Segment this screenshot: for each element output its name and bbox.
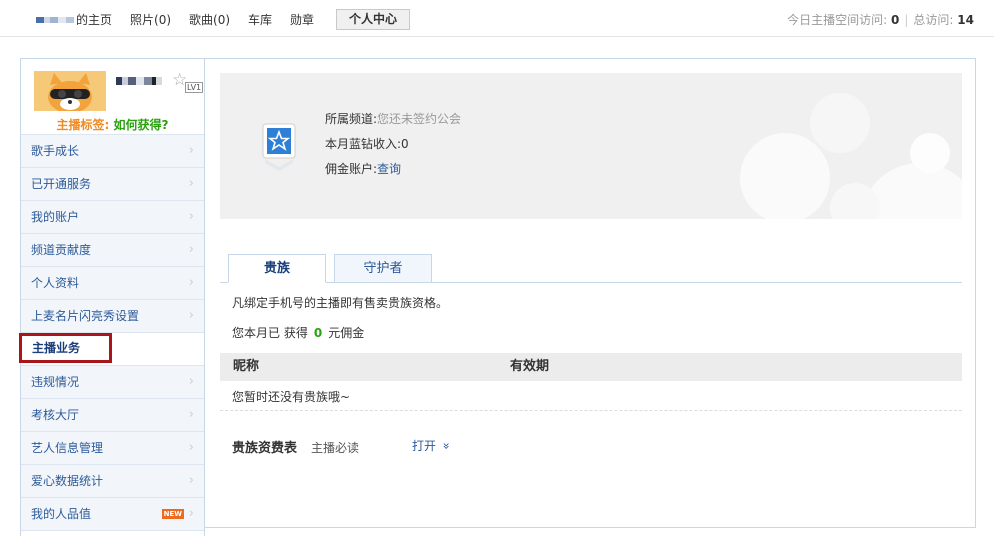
income-value: 0 — [401, 137, 409, 151]
channel-row: 所属频道:您还未签约公会 — [325, 107, 461, 132]
fee-table-subtitle: 主播必读 — [311, 441, 360, 455]
nav-medals-link[interactable]: 勋章 — [290, 10, 314, 30]
open-label: 打开 — [412, 439, 437, 453]
top-nav: 的主页 照片(0) 歌曲(0) 车库 勋章 个人中心 — [36, 9, 428, 30]
earnings-prefix: 您本月已 获得 — [232, 326, 308, 340]
nav-home-label: 的主页 — [76, 12, 113, 27]
column-header-validity: 有效期 — [510, 359, 550, 374]
nav-songs-link[interactable]: 歌曲(0) — [189, 10, 230, 30]
sidebar-item-label: 艺人信息管理 — [31, 441, 104, 455]
income-label: 本月蓝钻收入: — [325, 137, 402, 151]
level-badge: LV1 — [185, 82, 204, 93]
total-visits-value: 14 — [957, 13, 974, 27]
channel-value: 您还未签约公会 — [377, 112, 462, 126]
chevron-right-icon: › — [188, 440, 194, 455]
sidebar-active-row: 主播业务 — [19, 333, 204, 366]
visit-stats: 今日主播空间访问: 0 | 总访问: 14 — [787, 13, 974, 27]
chevron-right-icon: › — [188, 209, 194, 224]
anchor-tag-label: 主播标签: — [56, 118, 110, 132]
sidebar-item-label: 爱心数据统计 — [31, 474, 104, 488]
sidebar-item-my-account[interactable]: 我的账户 › — [21, 201, 204, 234]
avatar[interactable] — [34, 71, 106, 111]
today-visits-label: 今日主播空间访问: — [787, 13, 888, 27]
sidebar-item-label: 我的人品值 — [31, 507, 92, 521]
column-header-nickname: 昵称 — [233, 359, 260, 374]
profile-card: ☆ LV1 主播标签: 如何获得? — [21, 59, 204, 135]
earnings-suffix: 元佣金 — [328, 326, 365, 340]
chevron-right-icon: › — [188, 308, 194, 323]
sidebar-item-anchor-business[interactable]: 主播业务 — [19, 333, 112, 363]
sidebar-item-label: 主播业务 — [32, 341, 81, 355]
sidebar-item-label: 考核大厅 — [31, 408, 80, 422]
commission-label: 佣金账户: — [325, 162, 378, 176]
info-banner: 所属频道:您还未签约公会 本月蓝钻收入:0 佣金账户:查询 — [220, 73, 962, 219]
dashed-divider — [220, 410, 962, 411]
chevron-right-icon: › — [188, 275, 194, 290]
blurred-nickname — [116, 77, 162, 85]
chevron-right-icon: › — [188, 143, 194, 158]
left-sidebar: ☆ LV1 主播标签: 如何获得? 歌手成长 › 已开通服务 › 我的账户 › 频道贡… — [19, 58, 205, 536]
decor-bubble — [810, 93, 870, 153]
nav-personal-center-tab[interactable]: 个人中心 — [336, 9, 411, 30]
fee-table-open-toggle[interactable]: 打开 » — [412, 437, 454, 454]
sidebar-item-channel-contribution[interactable]: 频道贡献度 › — [21, 234, 204, 267]
tab-guardian[interactable]: 守护者 — [334, 254, 432, 283]
sidebar-item-love-stats[interactable]: 爱心数据统计 › — [21, 465, 204, 498]
sidebar-item-label: 上麦名片闪亮秀设置 — [31, 309, 140, 323]
sidebar-item-opened-services[interactable]: 已开通服务 › — [21, 168, 204, 201]
earnings-value: 0 — [313, 326, 323, 340]
sidebar-item-personal-info[interactable]: 个人资料 › — [21, 267, 204, 300]
chevron-right-icon: › — [188, 506, 194, 521]
chevron-right-icon: › — [188, 374, 194, 389]
how-to-get-link[interactable]: 如何获得? — [114, 118, 169, 132]
channel-label: 所属频道: — [325, 112, 378, 126]
tab-noble[interactable]: 贵族 — [228, 254, 326, 283]
nav-garage-link[interactable]: 车库 — [248, 10, 272, 30]
blurred-username — [36, 17, 74, 23]
chevron-right-icon: › — [188, 407, 194, 422]
sidebar-item-singer-growth[interactable]: 歌手成长 › — [21, 135, 204, 168]
sidebar-item-label: 个人资料 — [31, 276, 80, 290]
sidebar-item-label: 歌手成长 — [31, 144, 80, 158]
anchor-tag-line: 主播标签: 如何获得? — [21, 116, 204, 133]
sidebar-item-label: 我的账户 — [31, 210, 80, 224]
sidebar-item-character-value[interactable]: 我的人品值 NEW › — [21, 498, 204, 531]
top-nav-bar: 的主页 照片(0) 歌曲(0) 车库 勋章 个人中心 今日主播空间访问: 0 | 总… — [0, 0, 994, 37]
sidebar-item-label: 频道贡献度 — [31, 243, 92, 257]
commission-row: 佣金账户:查询 — [325, 157, 461, 182]
double-chevron-down-icon: » — [439, 442, 454, 450]
sidebar-item-assessment-hall[interactable]: 考核大厅 › — [21, 399, 204, 432]
sidebar-item-violations[interactable]: 违规情况 › — [21, 366, 204, 399]
noble-notice: 凡绑定手机号的主播即有售卖贵族资格。 — [232, 296, 449, 310]
income-row: 本月蓝钻收入:0 — [325, 132, 461, 157]
anchor-info: 所属频道:您还未签约公会 本月蓝钻收入:0 佣金账户:查询 — [325, 107, 461, 182]
empty-table-message: 您暂时还没有贵族哦~ — [232, 390, 351, 404]
commission-query-link[interactable]: 查询 — [377, 162, 401, 176]
noble-table-header: 昵称 有效期 — [220, 353, 962, 381]
chevron-right-icon: › — [188, 242, 194, 257]
nav-home-link[interactable]: 的主页 — [36, 10, 112, 30]
earnings-line: 您本月已 获得 0 元佣金 — [232, 324, 364, 341]
chevron-right-icon: › — [188, 473, 194, 488]
sidebar-item-label: 已开通服务 — [31, 177, 92, 191]
star-medal-icon — [262, 123, 296, 171]
sidebar-item-artist-info[interactable]: 艺人信息管理 › — [21, 432, 204, 465]
total-visits-label: 总访问: — [913, 13, 954, 27]
decor-bubble — [740, 133, 830, 219]
sidebar-item-mic-card-settings[interactable]: 上麦名片闪亮秀设置 › — [21, 300, 204, 333]
new-badge: NEW — [161, 509, 184, 519]
tab-bar: 贵族 守护者 — [220, 254, 962, 283]
nav-photos-link[interactable]: 照片(0) — [130, 10, 171, 30]
today-visits-value: 0 — [891, 13, 900, 27]
chevron-right-icon: › — [188, 176, 194, 191]
fee-table-title: 贵族资费表 — [232, 441, 298, 456]
sidebar-item-label: 违规情况 — [31, 375, 80, 389]
main-panel: 所属频道:您还未签约公会 本月蓝钻收入:0 佣金账户:查询 贵族 守护者 凡绑定… — [204, 58, 976, 528]
decor-bubble — [910, 133, 950, 173]
